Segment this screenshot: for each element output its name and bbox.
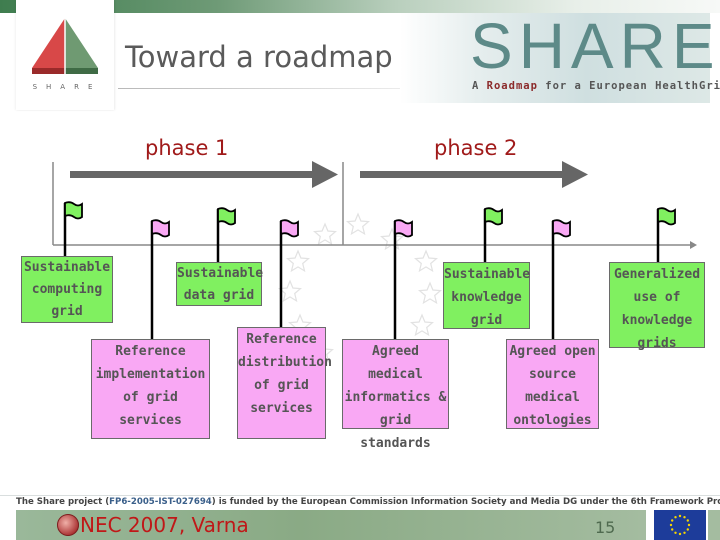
eu-star-icon bbox=[687, 523, 691, 527]
footer-divider bbox=[0, 495, 720, 496]
milestone-box-generalized-use: Generalized use of knowledge grids bbox=[609, 262, 705, 351]
milestone-box-agreed-ontologies: Agreed open source medical ontologies bbox=[506, 339, 599, 429]
phase2-arrow-head bbox=[562, 161, 588, 188]
watermark-star-icon bbox=[312, 222, 338, 246]
phase1-arrow-shaft bbox=[70, 171, 315, 178]
eu-star-icon bbox=[678, 514, 682, 518]
milestone-box-sustainable-computing-grid: Sustainable computing grid bbox=[21, 256, 113, 323]
pink-flag-icon bbox=[394, 219, 413, 238]
green-flag-icon bbox=[64, 201, 83, 220]
eu-star-icon bbox=[683, 531, 686, 534]
watermark-star-icon bbox=[277, 279, 303, 303]
milestone-box-sustainable-data-grid: Sustainable data grid bbox=[176, 262, 263, 306]
milestone-box-sustainable-knowledge-grid: Sustainable knowledge grid bbox=[443, 262, 530, 329]
green-flag-icon bbox=[484, 207, 503, 226]
timeline-axis-arrowhead bbox=[690, 241, 697, 249]
watermark-star-icon bbox=[409, 313, 435, 337]
eu-star-icon bbox=[671, 519, 674, 522]
milestone-box-agreed-standards: Agreed medical informatics & grid standa… bbox=[342, 339, 449, 451]
milestone-box-reference-implementation: Reference implementation of grid service… bbox=[91, 339, 210, 439]
watermark-star-icon bbox=[417, 281, 443, 305]
eu-star-icon bbox=[686, 528, 689, 531]
green-flag-icon bbox=[657, 207, 676, 226]
pink-flag-icon bbox=[552, 219, 571, 238]
eu-star-icon bbox=[669, 523, 673, 527]
eu-star-icon bbox=[674, 516, 677, 519]
eu-star-icon bbox=[678, 532, 682, 536]
funding-suffix: ) is funded by the European Commission I… bbox=[211, 497, 720, 507]
funding-notice: The Share project (FP6-2005-IST-027694) … bbox=[16, 497, 720, 507]
green-flag-icon bbox=[217, 207, 236, 226]
pink-flag-icon bbox=[151, 219, 170, 238]
eu-star-icon bbox=[671, 528, 674, 531]
eu-flag-icon bbox=[654, 510, 706, 540]
watermark-star-icon bbox=[285, 249, 311, 273]
eu-star-icon bbox=[674, 531, 677, 534]
phase2-arrow-shaft bbox=[360, 171, 565, 178]
clock-icon bbox=[57, 514, 79, 536]
eu-star-icon bbox=[686, 519, 689, 522]
event-label: NEC 2007, Varna bbox=[80, 513, 249, 537]
watermark-star-icon bbox=[345, 212, 371, 236]
eu-star-icon bbox=[683, 516, 686, 519]
watermark-star-icon bbox=[413, 249, 439, 273]
phase1-arrow-head bbox=[312, 161, 338, 188]
page-number: 15 bbox=[595, 518, 616, 537]
milestone-box-reference-distribution: Reference distribution of grid services bbox=[237, 327, 332, 439]
funding-code: FP6-2005-IST-027694 bbox=[109, 497, 212, 507]
footer-band-right bbox=[708, 510, 720, 540]
funding-prefix: The Share project ( bbox=[16, 497, 110, 507]
pink-flag-icon bbox=[280, 219, 299, 238]
